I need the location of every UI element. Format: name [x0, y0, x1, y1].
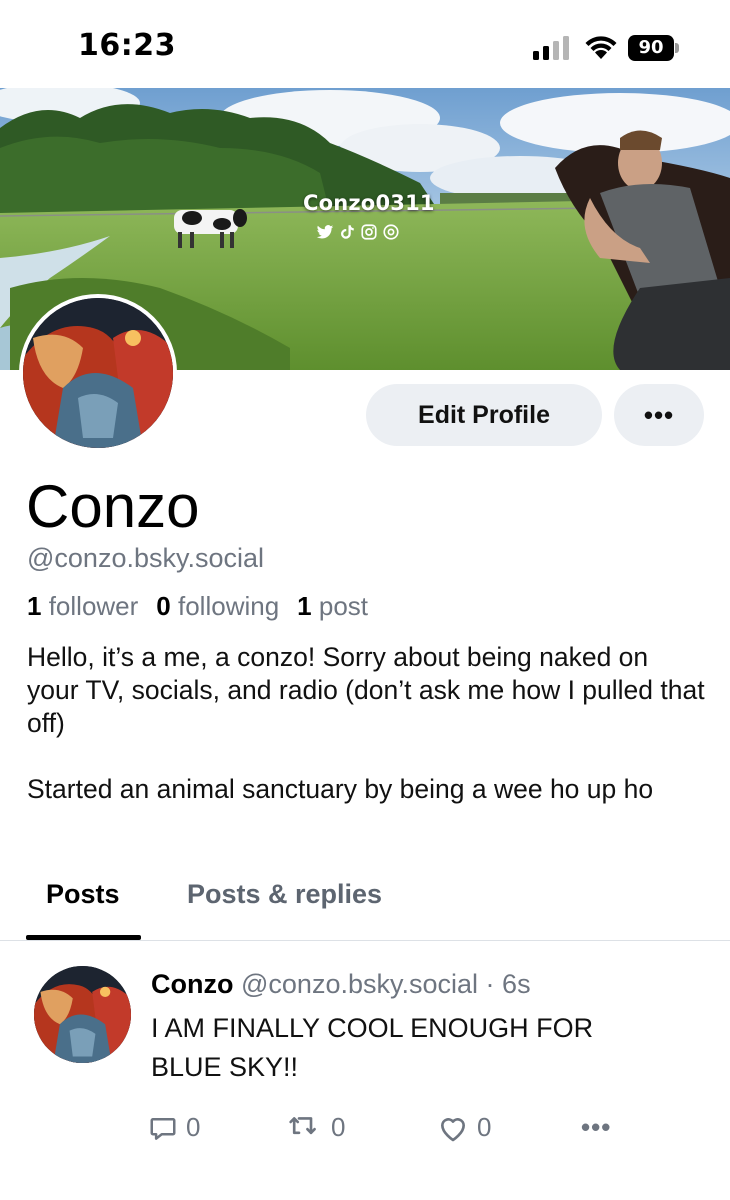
- posts-label: post: [318, 591, 369, 621]
- tiktok-icon: [338, 223, 356, 241]
- posts-stat: 1 post: [297, 591, 368, 621]
- repost-button[interactable]: 0: [287, 1112, 345, 1143]
- post-more-options-button[interactable]: •••: [581, 1112, 611, 1143]
- followers-link[interactable]: 1 follower: [27, 591, 138, 621]
- onlyfans-icon: [382, 223, 400, 241]
- profile-bio: Hello, it’s a me, a conzo! Sorry about b…: [27, 642, 705, 804]
- display-name: Conzo: [26, 473, 200, 540]
- reply-button[interactable]: 0: [148, 1112, 200, 1143]
- banner-handle-text: Conzo0311: [303, 191, 435, 215]
- following-link[interactable]: 0 following: [156, 591, 279, 621]
- battery-level: 90: [628, 35, 674, 61]
- profile-tabs: Posts Posts & replies: [0, 855, 730, 941]
- repost-count: 0: [331, 1112, 346, 1142]
- post-timestamp[interactable]: 6s: [502, 969, 531, 999]
- repost-icon: [289, 1116, 316, 1134]
- like-count: 0: [477, 1112, 492, 1142]
- post-author-avatar[interactable]: [34, 966, 131, 1063]
- followers-count: 1: [27, 591, 42, 621]
- following-count: 0: [156, 591, 171, 621]
- heart-icon: [441, 1117, 465, 1141]
- status-bar: 16:23 90: [0, 0, 730, 88]
- post-author-handle[interactable]: @conzo.bsky.social: [241, 969, 478, 999]
- post-author-name[interactable]: Conzo: [151, 969, 233, 999]
- profile-avatar[interactable]: [19, 294, 177, 452]
- profile-handle: @conzo.bsky.social: [27, 543, 265, 573]
- reply-icon: [150, 1117, 176, 1140]
- edit-profile-button[interactable]: Edit Profile: [366, 384, 602, 446]
- active-tab-indicator: [26, 935, 141, 940]
- post-actions: 0 0 0 •••: [0, 1112, 730, 1152]
- twitter-icon: [316, 223, 334, 241]
- post-separator: ·: [485, 969, 495, 999]
- battery-icon: 90: [628, 35, 680, 61]
- tab-posts-and-replies[interactable]: Posts & replies: [187, 879, 382, 910]
- followers-label: follower: [48, 591, 139, 621]
- avatar-image: [34, 966, 131, 1063]
- tab-posts[interactable]: Posts: [46, 879, 120, 910]
- feed-post[interactable]: Conzo @conzo.bsky.social · 6s I AM FINAL…: [0, 942, 730, 1200]
- posts-count: 1: [297, 591, 312, 621]
- wifi-icon: [585, 36, 617, 59]
- profile-stats: 1 follower 0 following 1 post: [27, 591, 368, 622]
- more-options-button[interactable]: •••: [614, 384, 704, 446]
- following-label: following: [178, 591, 280, 621]
- status-time: 16:23: [78, 28, 176, 63]
- reply-count: 0: [186, 1112, 201, 1142]
- avatar-image: [23, 298, 173, 448]
- post-header: Conzo @conzo.bsky.social · 6s: [151, 969, 531, 1000]
- like-button[interactable]: 0: [437, 1112, 491, 1143]
- post-text: I AM FINALLY COOL ENOUGH FOR BLUE SKY!!: [151, 1013, 594, 1082]
- instagram-icon: [360, 223, 378, 241]
- cellular-signal-icon: [533, 36, 569, 60]
- banner-social-icons: [316, 223, 400, 241]
